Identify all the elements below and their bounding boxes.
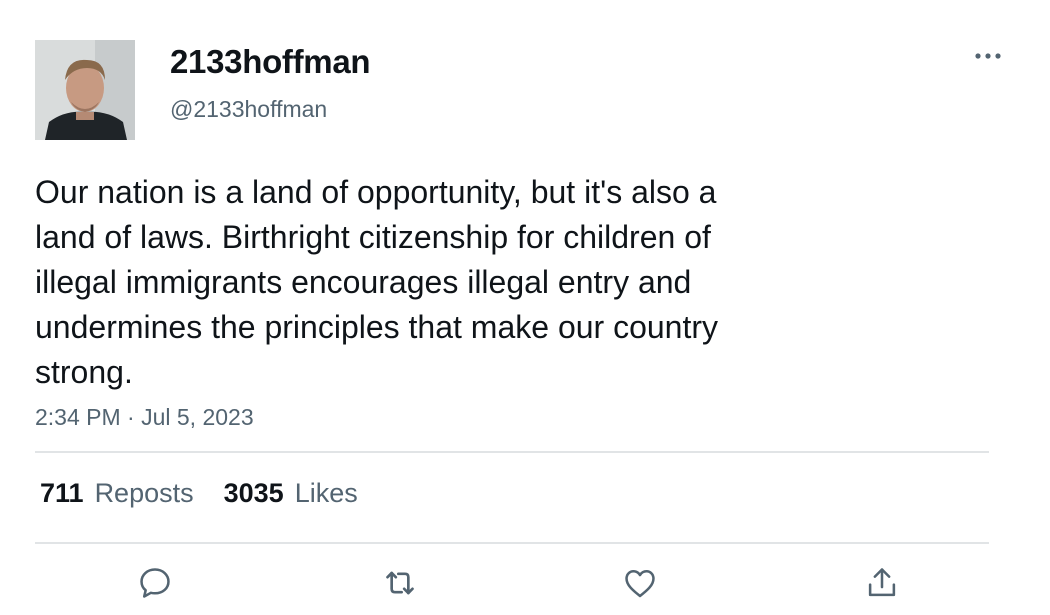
divider bbox=[35, 451, 989, 453]
likes-stat[interactable]: 3035 Likes bbox=[224, 478, 358, 509]
reposts-label: Reposts bbox=[94, 478, 194, 508]
display-name[interactable]: 2133hoffman bbox=[170, 43, 371, 81]
likes-label: Likes bbox=[294, 478, 358, 508]
engagement-stats: 711 Reposts 3035 Likes bbox=[40, 478, 388, 509]
repost-icon bbox=[380, 563, 420, 608]
reposts-count: 711 bbox=[40, 478, 84, 508]
share-button[interactable] bbox=[860, 563, 904, 607]
avatar[interactable] bbox=[35, 40, 135, 140]
tweet-text: Our nation is a land of opportunity, but… bbox=[35, 174, 719, 390]
like-button[interactable] bbox=[618, 563, 662, 607]
user-handle[interactable]: @2133hoffman bbox=[170, 96, 327, 123]
repost-button[interactable] bbox=[378, 563, 422, 607]
tweet-timestamp[interactable]: 2:34 PM · Jul 5, 2023 bbox=[35, 404, 254, 431]
reply-icon bbox=[136, 564, 174, 607]
reposts-stat[interactable]: 711 Reposts bbox=[40, 478, 194, 509]
more-options-button[interactable] bbox=[970, 42, 1006, 70]
divider bbox=[35, 542, 989, 544]
share-icon bbox=[863, 564, 901, 607]
more-horizontal-icon bbox=[973, 47, 1003, 65]
likes-count: 3035 bbox=[223, 478, 284, 508]
like-icon bbox=[621, 564, 659, 607]
reply-button[interactable] bbox=[133, 563, 177, 607]
